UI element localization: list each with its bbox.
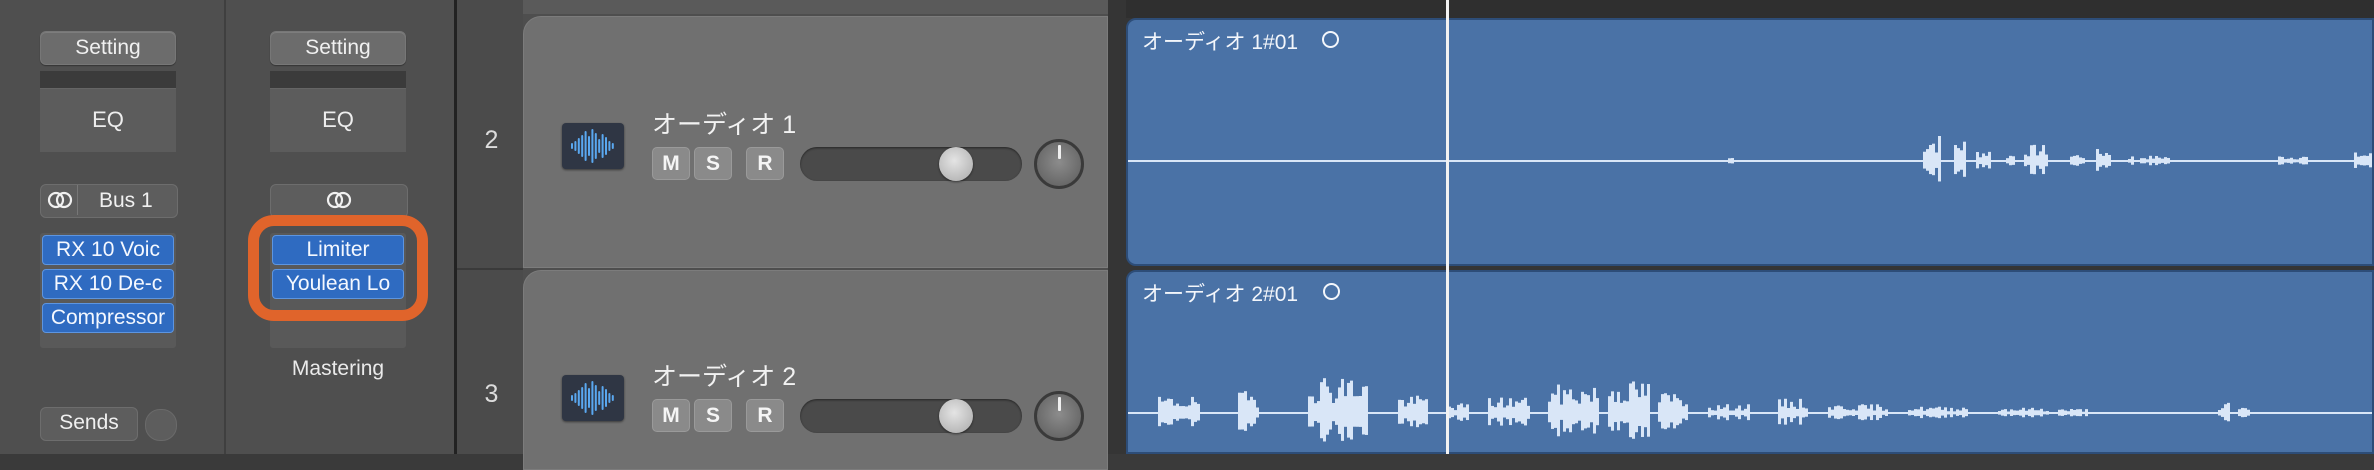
- link-icon: [326, 191, 352, 209]
- mute-button[interactable]: M: [652, 147, 690, 180]
- channel-name: Mastering: [291, 357, 385, 380]
- track-number-column: 2 3: [454, 0, 526, 454]
- mute-button[interactable]: M: [652, 399, 690, 432]
- record-button[interactable]: R: [746, 147, 784, 180]
- volume-fader[interactable]: [800, 147, 1022, 181]
- track-number: 3: [484, 380, 499, 408]
- track-number: 2: [484, 126, 499, 154]
- link-icon: [47, 191, 73, 209]
- track-header[interactable]: オーディオ 2 M S R: [523, 270, 1108, 470]
- volume-fader[interactable]: [800, 399, 1022, 433]
- highlight-box: [248, 215, 428, 321]
- record-button[interactable]: R: [746, 399, 784, 432]
- setting-button[interactable]: Setting: [40, 31, 176, 65]
- setting-button[interactable]: Setting: [270, 31, 406, 65]
- track-header-column: オーディオ 1 M S R オーディオ 2 M S R: [523, 0, 1108, 470]
- bus-send-label: Bus 1: [99, 189, 153, 212]
- volume-fader-thumb[interactable]: [939, 399, 973, 433]
- audio-waveform-icon: [562, 123, 624, 169]
- pan-knob[interactable]: [1034, 139, 1084, 189]
- pan-knob[interactable]: [1034, 391, 1084, 441]
- audio-region[interactable]: オーディオ 1#01: [1126, 18, 2374, 266]
- plugin-slot-3[interactable]: Compressor: [42, 303, 174, 333]
- sends-button[interactable]: Sends: [40, 407, 138, 441]
- solo-button[interactable]: S: [694, 147, 732, 180]
- eq-button[interactable]: EQ: [270, 88, 406, 152]
- track-name[interactable]: オーディオ 1: [652, 105, 796, 141]
- send-knob[interactable]: [145, 409, 177, 441]
- solo-button[interactable]: S: [694, 399, 732, 432]
- audio-region[interactable]: オーディオ 2#01: [1126, 270, 2374, 454]
- timeline-area[interactable]: オーディオ 1#01 オーディオ 2#01: [1108, 0, 2374, 454]
- timeline-strip: [1126, 0, 2374, 18]
- eq-thumbnail[interactable]: [270, 71, 406, 88]
- eq-thumbnail[interactable]: [40, 71, 176, 88]
- playhead[interactable]: [1446, 0, 1449, 454]
- channel-strip-mastering: Setting EQ Limiter Youlean Lo Mastering: [226, 0, 454, 454]
- channel-strip-audio: Setting EQ Bus 1 RX 10 Voic RX 10 De-c C…: [0, 0, 224, 454]
- track-name[interactable]: オーディオ 2: [652, 357, 796, 393]
- link-slot[interactable]: [270, 184, 408, 218]
- volume-fader-thumb[interactable]: [939, 147, 973, 181]
- plugin-slot-1[interactable]: RX 10 Voic: [42, 235, 174, 265]
- eq-button[interactable]: EQ: [40, 88, 176, 152]
- mixer-panel: Setting EQ Bus 1 RX 10 Voic RX 10 De-c C…: [0, 0, 454, 454]
- waveform: [1128, 378, 2372, 442]
- plugin-slot-2[interactable]: RX 10 De-c: [42, 269, 174, 299]
- waveform: [1128, 135, 2372, 182]
- bus-send-slot[interactable]: Bus 1: [40, 184, 178, 218]
- track-header[interactable]: オーディオ 1 M S R: [523, 16, 1108, 268]
- audio-waveform-icon: [562, 375, 624, 421]
